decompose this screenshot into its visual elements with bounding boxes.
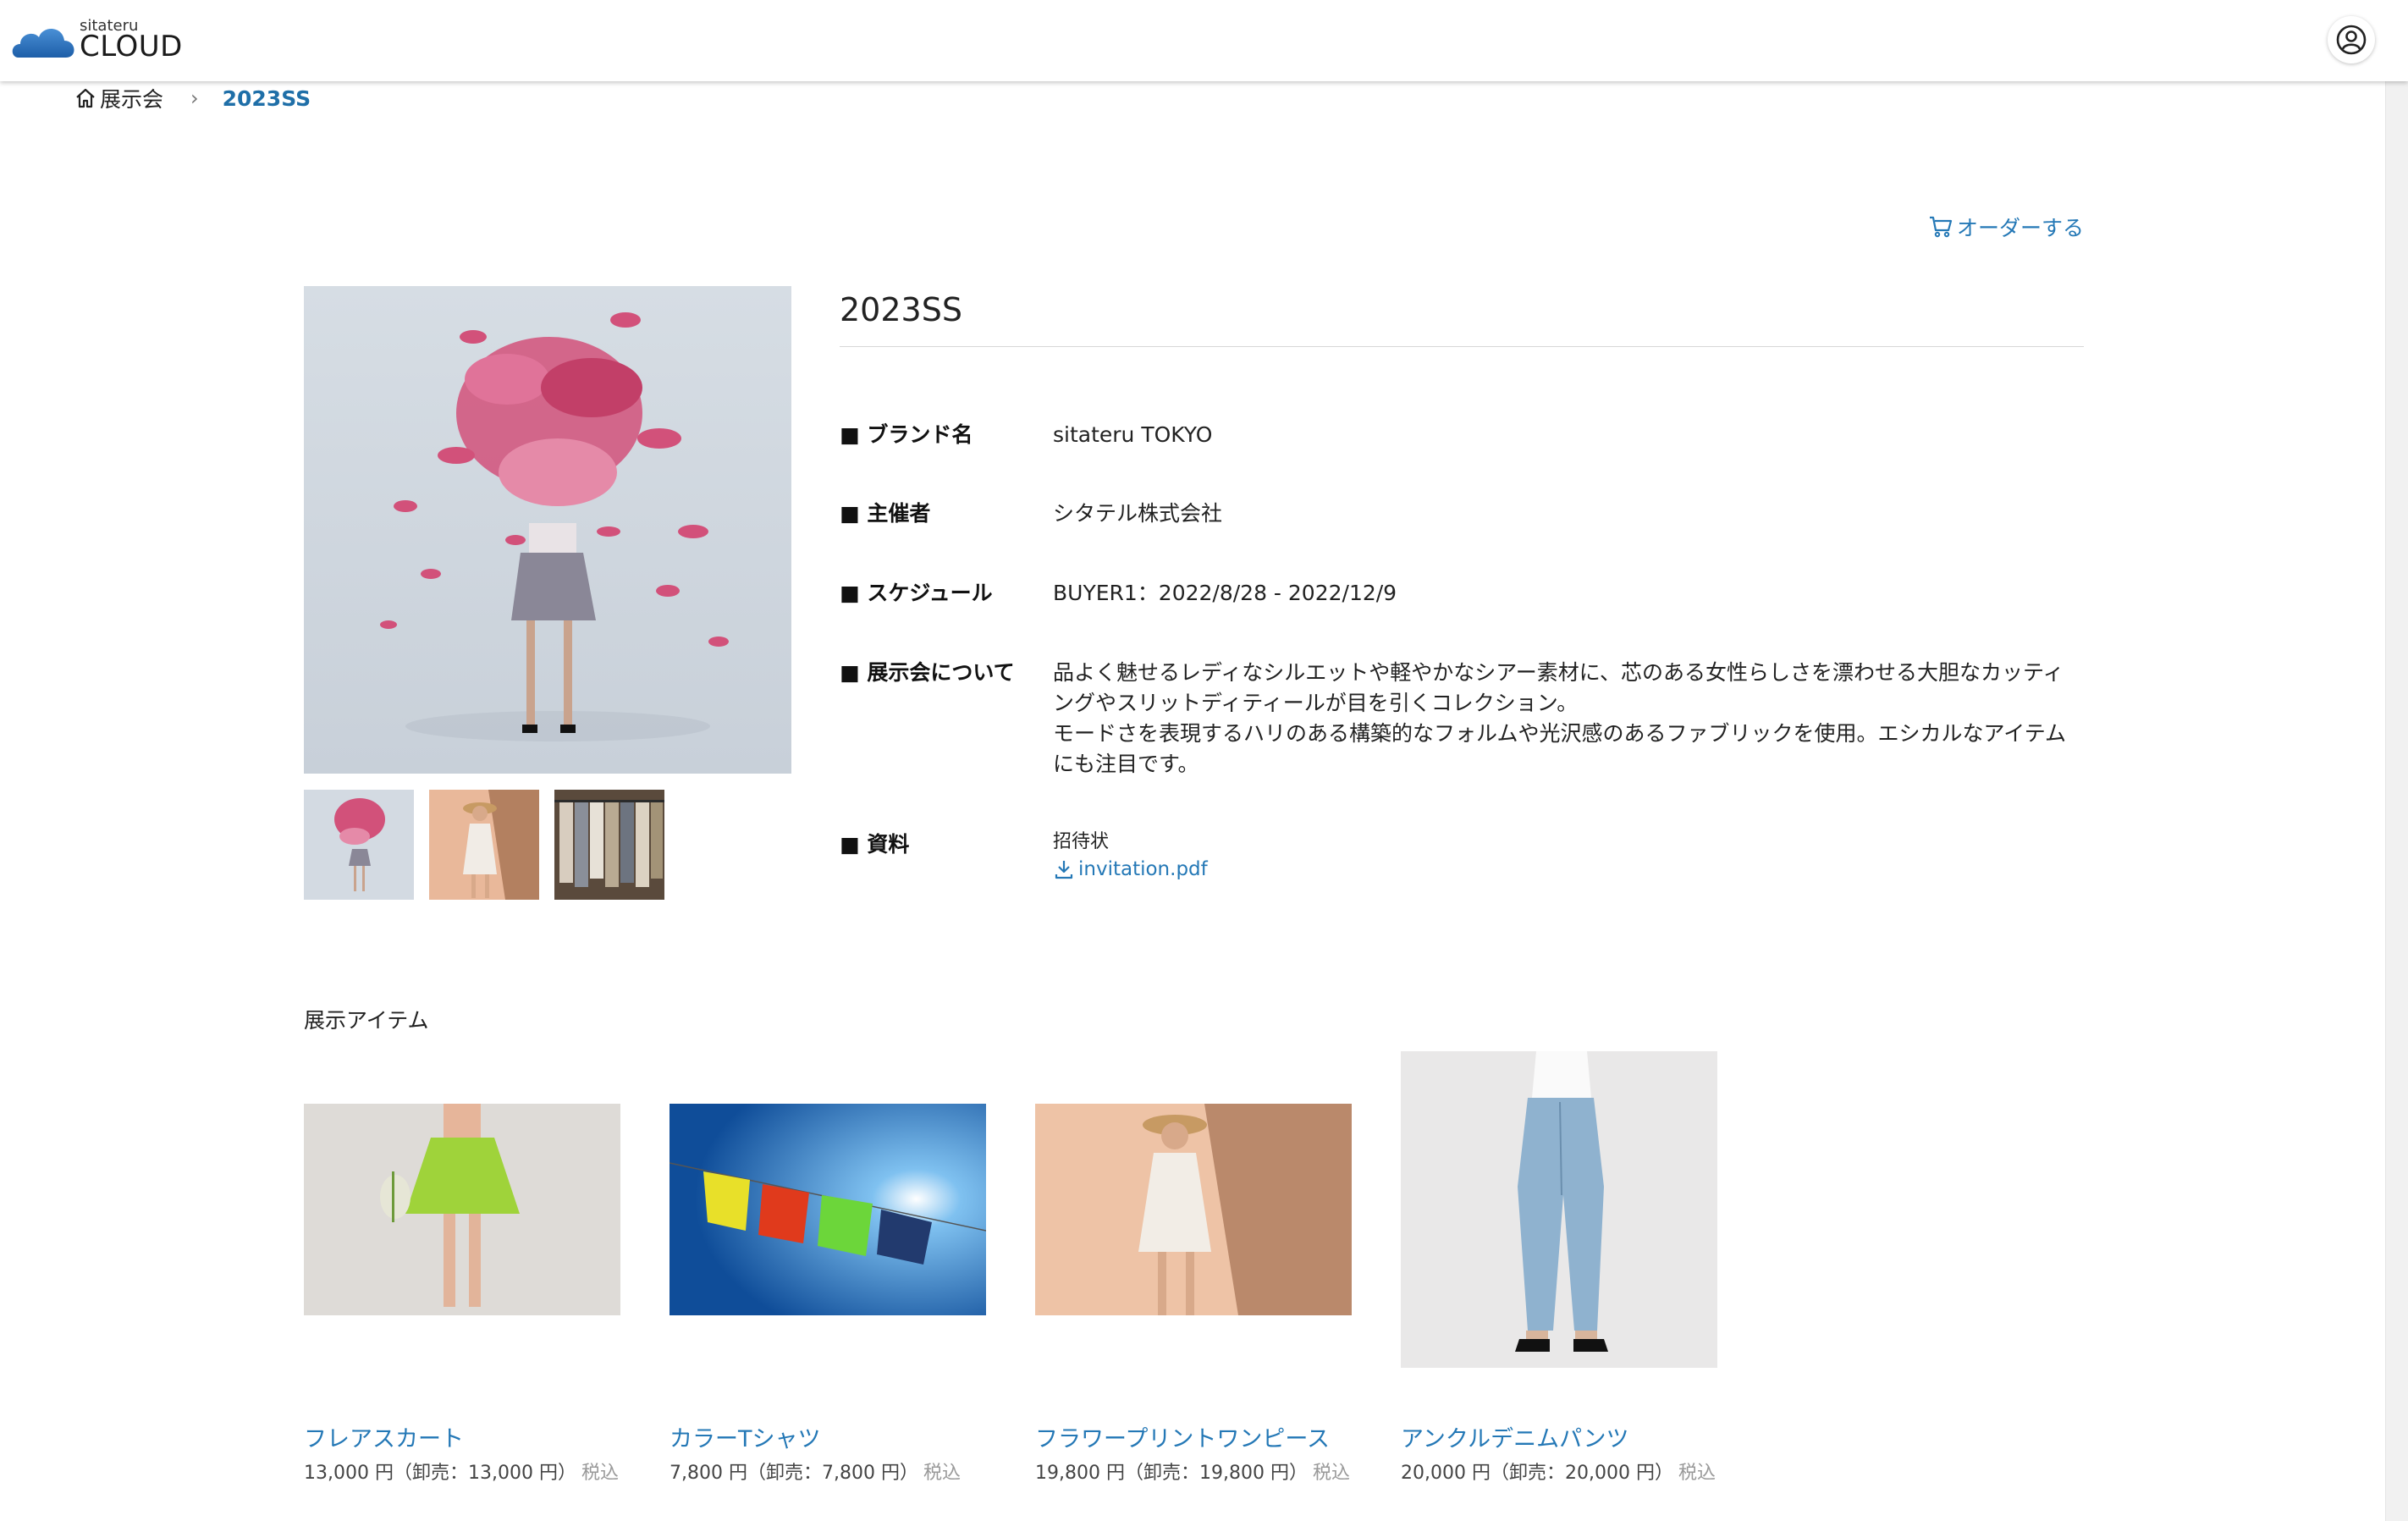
item-price-value: 20,000 円（卸売：20,000 円） [1401, 1463, 1673, 1484]
item-price: 7,800 円（卸売：7,800 円） 税込 [670, 1458, 961, 1485]
chevron-right-icon: › [190, 86, 199, 110]
organizer-label: ■ 主催者 [840, 501, 931, 526]
home-icon [76, 88, 95, 108]
document-download-link[interactable]: invitation.pdf [1053, 855, 2084, 884]
exhibition-title: 2023SS [840, 286, 2084, 347]
thumbnail-2[interactable] [429, 790, 539, 900]
logo-big-text: CLOUD [80, 30, 183, 63]
item-name[interactable]: フレアスカート [304, 1420, 464, 1453]
documents-label: ■ 資料 [840, 832, 910, 857]
vertical-scrollbar[interactable] [2385, 81, 2408, 1521]
about-value: 品よく魅せるレディなシルエットや軽やかなシアー素材に、芯のある女性らしさを漂わせ… [1053, 660, 2067, 776]
item-image[interactable] [1401, 1051, 1717, 1368]
download-icon [1055, 861, 1073, 879]
item-name[interactable]: アンクルデニムパンツ [1401, 1420, 1628, 1453]
item-image[interactable] [1035, 1104, 1352, 1315]
item-price: 20,000 円（卸売：20,000 円） 税込 [1401, 1458, 1716, 1485]
items-section-title: 展示アイテム [304, 1008, 429, 1033]
thumbnail-3[interactable] [554, 790, 664, 900]
order-link[interactable]: オーダーする [1928, 212, 2084, 242]
user-account-button[interactable] [2328, 16, 2375, 63]
item-tax-label: 税込 [923, 1463, 961, 1484]
organizer-value: シタテル株式会社 [1053, 501, 1223, 526]
document-file-name: invitation.pdf [1078, 858, 1208, 880]
info-row-schedule: ■ スケジュール BUYER1：2022/8/28 - 2022/12/9 [840, 578, 2084, 609]
brand-value: sitateru TOKYO [1053, 422, 1213, 447]
image-thumbnails [304, 790, 664, 900]
item-name[interactable]: カラーTシャツ [670, 1420, 821, 1453]
breadcrumb-current: 2023SS [222, 85, 311, 111]
info-row-documents: ■ 資料 招待状 invitation.pdf [840, 829, 2084, 884]
breadcrumb: 展示会 › 2023SS [74, 81, 311, 115]
app-header: sitateru CLOUD [0, 0, 2408, 81]
documents-value: 招待状 invitation.pdf [1053, 829, 2084, 884]
schedule-value: BUYER1：2022/8/28 - 2022/12/9 [1053, 581, 1397, 605]
cart-icon [1930, 216, 1953, 238]
item-tax-label: 税込 [1312, 1463, 1350, 1484]
item-price-value: 7,800 円（卸売：7,800 円） [670, 1463, 918, 1484]
document-caption: 招待状 [1053, 831, 1110, 852]
item-tax-label: 税込 [581, 1463, 619, 1484]
app-logo[interactable]: sitateru CLOUD [10, 15, 188, 63]
about-label: ■ 展示会について [840, 660, 1015, 685]
item-price-value: 13,000 円（卸売：13,000 円） [304, 1463, 576, 1484]
item-tax-label: 税込 [1678, 1463, 1716, 1484]
user-account-icon [2336, 25, 2367, 55]
thumbnail-1[interactable] [304, 790, 414, 900]
schedule-label: ■ スケジュール [840, 581, 993, 605]
breadcrumb-home-label: 展示会 [100, 87, 164, 112]
info-row-about: ■ 展示会について 品よく魅せるレディなシルエットや軽やかなシアー素材に、芯のあ… [840, 658, 2084, 780]
logo-cloud-icon [12, 28, 74, 58]
breadcrumb-home-link[interactable]: 展示会 [74, 83, 163, 113]
item-image[interactable] [304, 1104, 620, 1315]
item-price: 13,000 円（卸売：13,000 円） 税込 [304, 1458, 619, 1485]
item-price-value: 19,800 円（卸売：19,800 円） [1035, 1463, 1308, 1484]
info-row-organizer: ■ 主催者 シタテル株式会社 [840, 499, 2084, 529]
exhibition-main-image [304, 286, 791, 774]
order-link-label: オーダーする [1957, 216, 2085, 240]
item-image[interactable] [670, 1104, 986, 1315]
info-row-brand: ■ ブランド名 sitateru TOKYO [840, 420, 2084, 450]
item-name[interactable]: フラワープリントワンピース [1035, 1420, 1330, 1453]
item-price: 19,800 円（卸売：19,800 円） 税込 [1035, 1458, 1350, 1485]
brand-label: ■ ブランド名 [840, 422, 973, 447]
